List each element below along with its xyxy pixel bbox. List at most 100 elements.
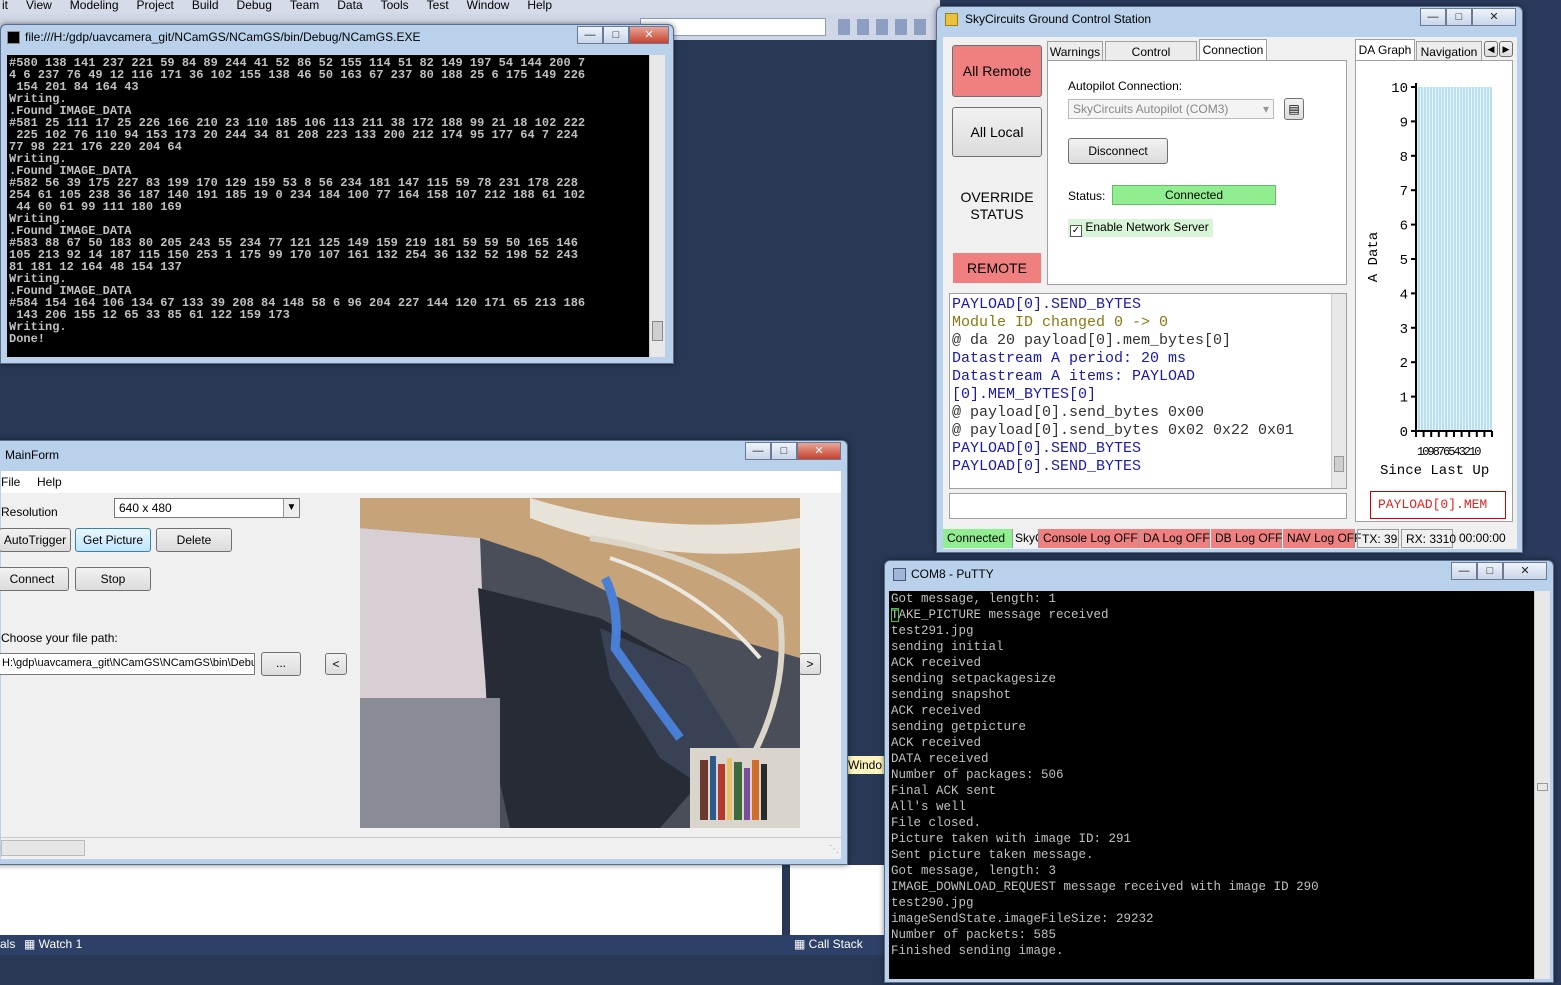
menu-help[interactable]: Help xyxy=(37,475,62,489)
chevron-down-icon: ▼ xyxy=(283,499,299,517)
terminal-line: sending snapshot xyxy=(891,688,1012,702)
terminal-line: ACK received xyxy=(891,736,982,750)
minimize-icon[interactable]: — xyxy=(577,26,603,44)
vs-menu-item[interactable]: Data xyxy=(337,0,362,12)
tab-connection[interactable]: Connection xyxy=(1199,39,1267,61)
prev-image-button[interactable]: < xyxy=(325,653,347,675)
gcs-log-scroll-thumb[interactable] xyxy=(1334,456,1344,472)
override-status-label: OVERRIDE STATUS xyxy=(960,189,1034,222)
tab-watch[interactable]: ▦ Watch 1 xyxy=(24,937,82,951)
connection-panel: Autopilot Connection: SkyCircuits Autopi… xyxy=(1047,60,1347,285)
db-log-toggle[interactable]: DB Log OFF xyxy=(1211,529,1282,548)
putty-title: COM8 - PuTTY xyxy=(911,567,994,581)
gcs-log-scrollbar[interactable] xyxy=(1331,294,1346,488)
tab-scroll-left[interactable]: ◀ xyxy=(1484,41,1498,57)
terminal-line: sending setpackagesize xyxy=(891,672,1057,686)
terminal-line: DATA received xyxy=(891,752,989,766)
autopilot-select[interactable]: SkyCircuits Autopilot (COM3) ▾ xyxy=(1068,99,1274,119)
terminal-line: ACK received xyxy=(891,704,982,718)
console-log-toggle[interactable]: Console Log OFF xyxy=(1039,529,1139,548)
tab-navigation[interactable]: Navigation xyxy=(1416,41,1482,61)
terminal-line: ACK received xyxy=(891,656,982,670)
mainform-menubar: File Help xyxy=(1,471,841,493)
console-line: 77 98 221 176 220 204 64 xyxy=(9,140,182,154)
putty-scroll-thumb[interactable] xyxy=(1537,783,1548,791)
close-icon[interactable]: ✕ xyxy=(1472,8,1516,26)
autotrigger-button[interactable]: AutoTrigger xyxy=(0,528,71,552)
menu-file[interactable]: File xyxy=(1,475,20,489)
terminal-line: Sent picture taken message. xyxy=(891,848,1094,862)
putty-app-icon xyxy=(893,568,906,581)
graph-y-tick-label: 9 xyxy=(1400,115,1408,131)
vs-menu-item[interactable]: Test xyxy=(427,0,449,12)
get-picture-button[interactable]: Get Picture xyxy=(75,528,151,552)
stop-button[interactable]: Stop xyxy=(75,567,151,591)
disconnect-button[interactable]: Disconnect xyxy=(1068,138,1168,164)
tab-locals[interactable]: als xyxy=(0,937,15,951)
tab-scroll-right[interactable]: ▶ xyxy=(1499,41,1513,57)
minimize-icon[interactable]: — xyxy=(745,442,771,460)
maximize-icon[interactable]: □ xyxy=(771,442,797,460)
checkbox-icon[interactable]: ✓ xyxy=(1070,225,1082,237)
status-skyc: SkyC xyxy=(1013,529,1039,548)
putty-scrollbar[interactable] xyxy=(1534,591,1550,979)
network-server-toggle[interactable]: ✓ Enable Network Server xyxy=(1068,219,1213,237)
console-scroll-thumb[interactable] xyxy=(652,321,663,341)
console-titlebar[interactable]: file:///H:/gdp/uavcamera_git/NCamGS/NCam… xyxy=(1,25,673,51)
all-remote-button[interactable]: All Remote xyxy=(952,45,1042,97)
minimize-icon[interactable]: — xyxy=(1420,8,1446,26)
graph-y-tick-label: 1 xyxy=(1400,391,1408,407)
tab-callstack[interactable]: ▦ Call Stack xyxy=(794,937,863,951)
status-value: Connected xyxy=(1112,185,1276,205)
vs-menu-item[interactable]: Window xyxy=(467,0,510,12)
graph-panel: 10 9 8 7 6 5 4 3 2 1 0 A Data 109876543210 Since L… xyxy=(1355,60,1513,522)
log-line: @ da 20 payload[0].mem_bytes[0] xyxy=(952,332,1232,349)
vs-menu-item[interactable]: Modeling xyxy=(70,0,119,12)
da-log-toggle[interactable]: DA Log OFF xyxy=(1139,529,1210,548)
tab-warnings[interactable]: Warnings xyxy=(1047,41,1103,61)
path-input[interactable]: H:\gdp\uavcamera_git\NCamGS\NCamGS\bin\D… xyxy=(0,653,255,675)
mainform-title: MainForm xyxy=(5,448,60,462)
close-icon[interactable]: ✕ xyxy=(1503,562,1547,580)
maximize-icon[interactable]: □ xyxy=(603,26,629,44)
connect-button[interactable]: Connect xyxy=(0,567,69,591)
console-line: 154 201 84 164 43 xyxy=(9,80,139,94)
putty-terminal[interactable]: Got message, length: 1 TAKE_PICTURE messa… xyxy=(889,591,1534,979)
console-scrollbar[interactable] xyxy=(649,55,665,357)
minimize-icon[interactable]: — xyxy=(1451,562,1477,580)
resize-grip-icon[interactable]: ⋱ xyxy=(829,844,839,855)
maximize-icon[interactable]: □ xyxy=(1446,8,1472,26)
override-status-value: REMOTE xyxy=(953,253,1041,283)
vs-window-label: Windo xyxy=(846,756,886,774)
maximize-icon[interactable]: □ xyxy=(1477,562,1503,580)
vs-menu-item[interactable]: View xyxy=(26,0,52,12)
mainform-titlebar[interactable]: MainForm xyxy=(0,441,847,467)
vs-menu-item[interactable]: Debug xyxy=(237,0,272,12)
refresh-ports-button[interactable]: ▤ xyxy=(1284,98,1304,120)
graph-y-tick-label: 5 xyxy=(1400,253,1408,269)
all-local-button[interactable]: All Local xyxy=(952,107,1042,157)
command-input[interactable] xyxy=(949,493,1347,519)
vs-menu-item[interactable]: Build xyxy=(192,0,219,12)
vs-menu-item[interactable]: it xyxy=(2,0,8,12)
vs-menu-item[interactable]: Project xyxy=(137,0,174,12)
gcs-client: All Remote All Local OVERRIDE STATUS REM… xyxy=(943,37,1517,531)
resolution-select[interactable]: 640 x 480 ▼ xyxy=(114,498,300,518)
close-icon[interactable]: ✕ xyxy=(797,442,841,460)
terminal-line: Got message, length: 1 xyxy=(891,592,1057,606)
vs-menu-item[interactable]: Help xyxy=(527,0,552,12)
browse-button[interactable]: ... xyxy=(261,652,301,676)
tab-control-switching[interactable]: Control Switching xyxy=(1105,41,1197,73)
console-line: 81 181 12 164 48 154 137 xyxy=(9,260,182,274)
console-app-icon xyxy=(7,31,20,44)
next-image-button[interactable]: > xyxy=(799,653,821,675)
nav-log-toggle[interactable]: NAV Log OFF xyxy=(1283,529,1361,548)
resolution-label: Resolution xyxy=(1,505,58,519)
vs-menu-item[interactable]: Tools xyxy=(381,0,409,12)
vs-menu-item[interactable]: Team xyxy=(290,0,319,12)
close-icon[interactable]: ✕ xyxy=(629,26,669,44)
autopilot-label: Autopilot Connection: xyxy=(1068,79,1183,93)
tab-da-graph[interactable]: DA Graph xyxy=(1355,39,1415,61)
delete-button[interactable]: Delete xyxy=(156,528,232,552)
terminal-line: sending initial xyxy=(891,640,1004,654)
